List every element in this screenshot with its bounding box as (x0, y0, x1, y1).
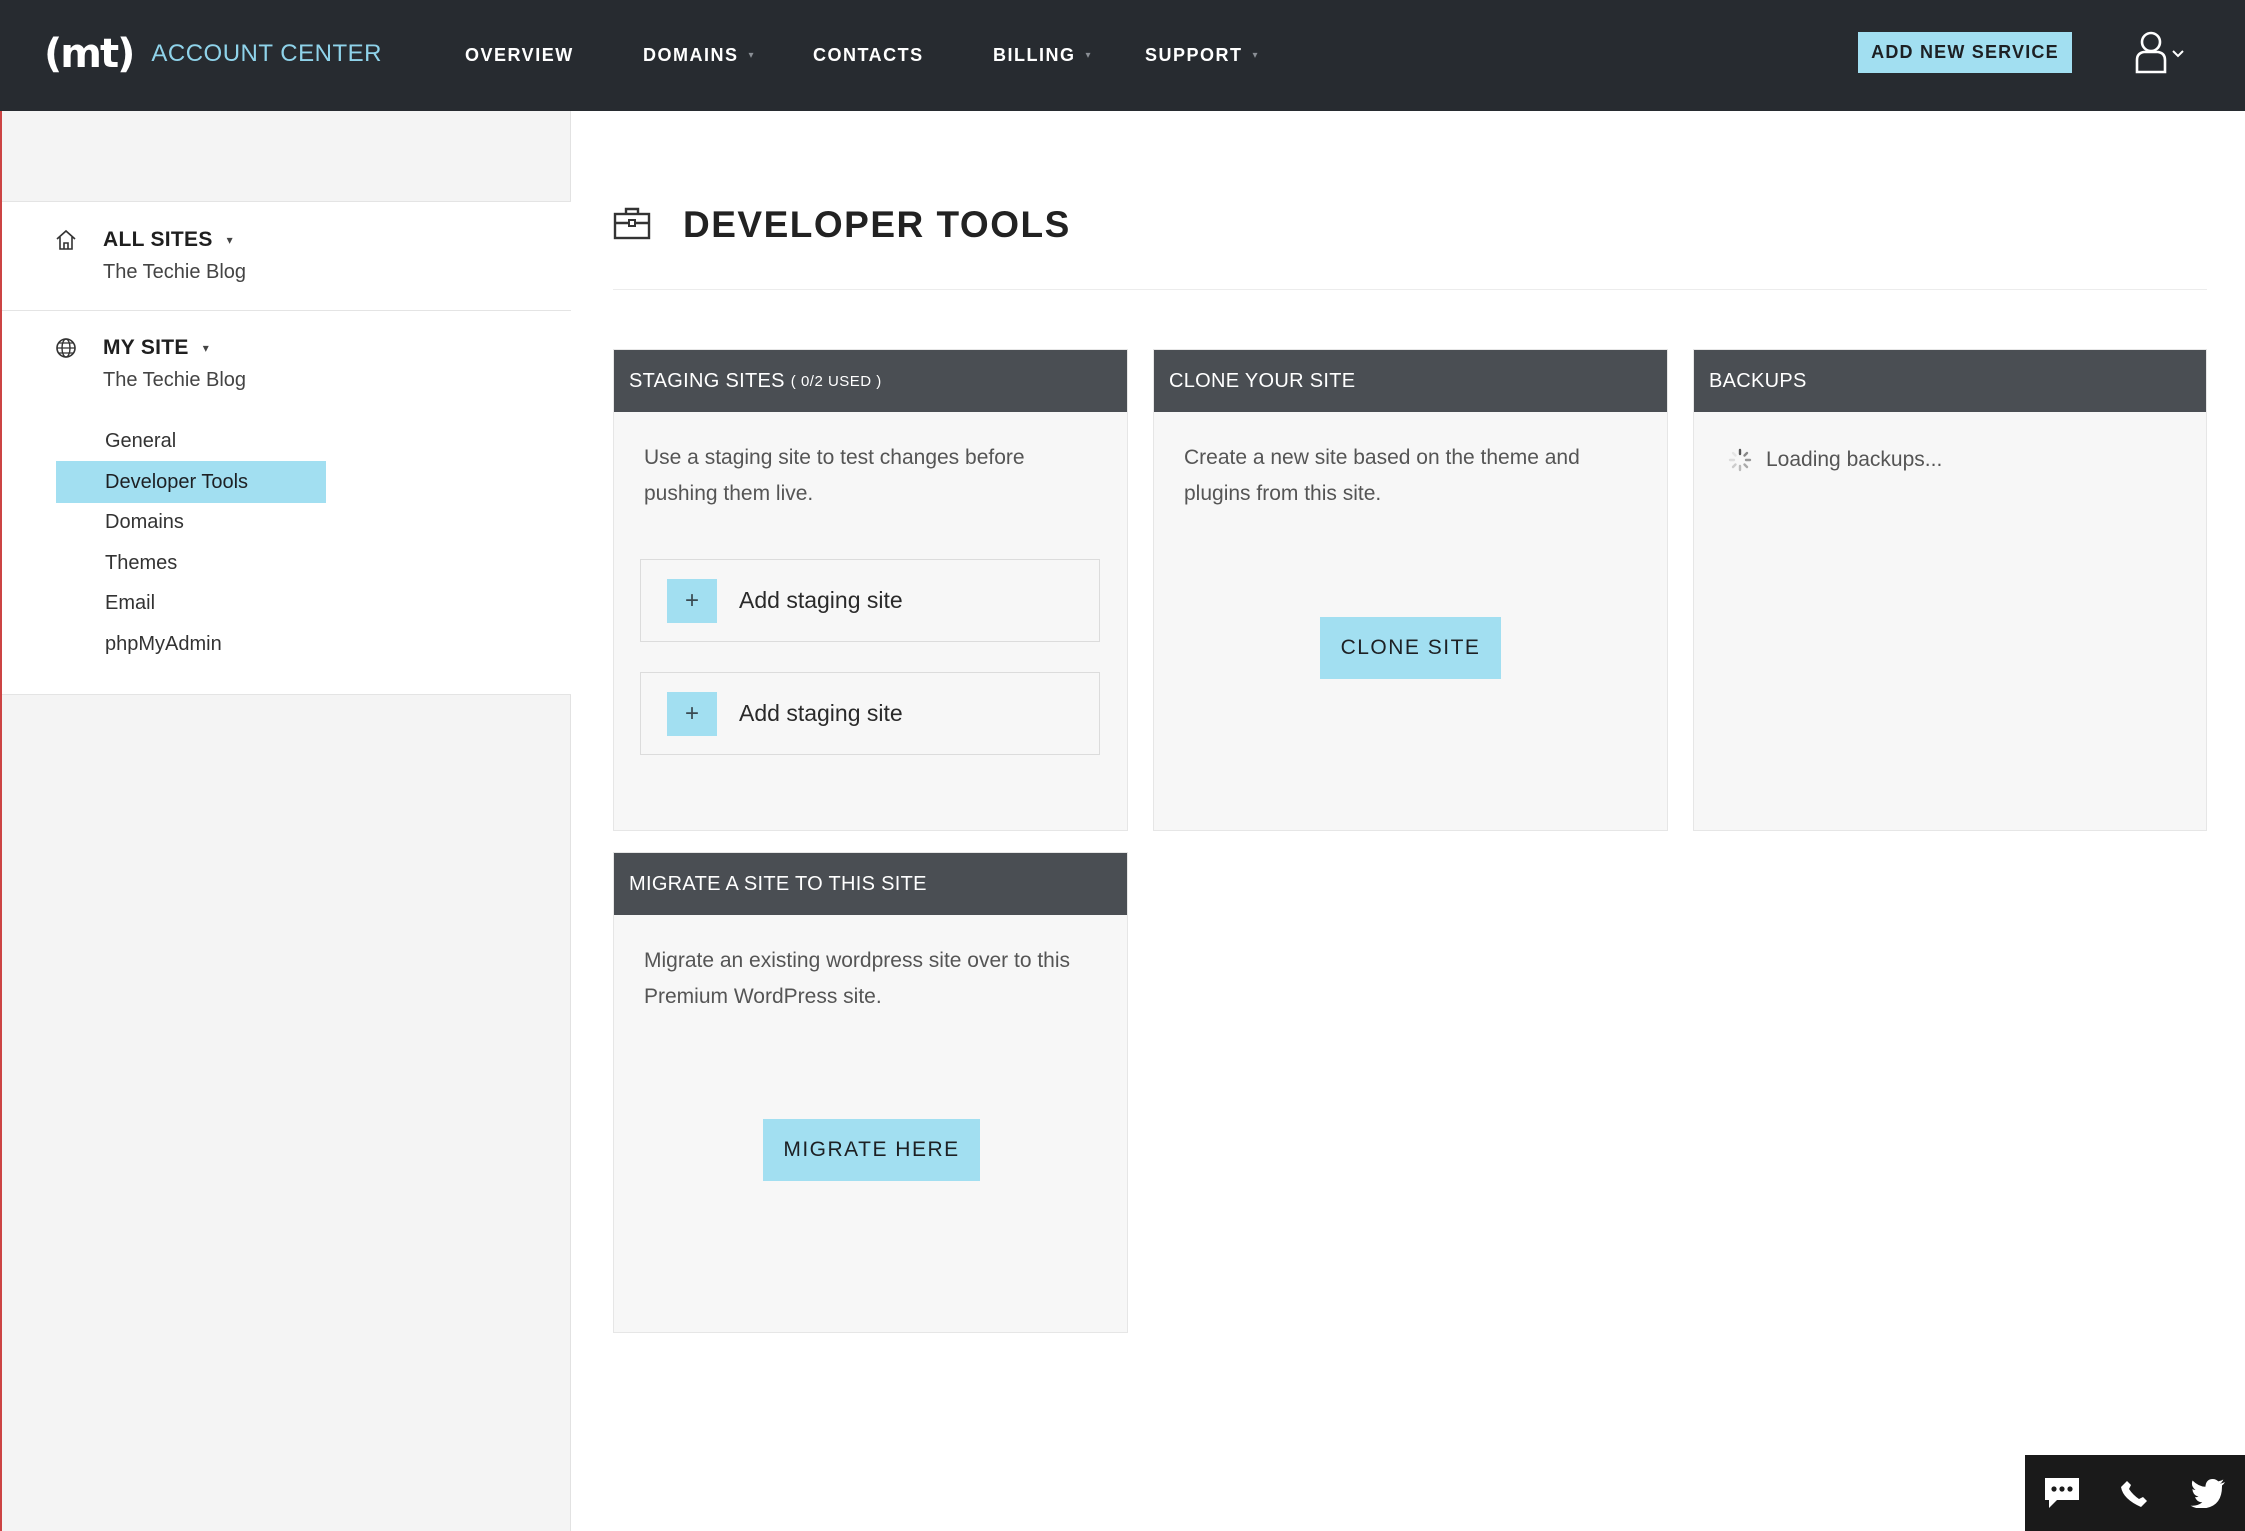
brand-logo[interactable]: (mt) ACCOUNT CENTER (44, 28, 382, 80)
add-staging-site-label: Add staging site (739, 587, 903, 613)
contact-bar (2025, 1455, 2245, 1531)
sidebar: ALL SITES ▾ The Techie Blog MY SITE ▾ Th… (0, 111, 571, 1531)
all-sites-block: ALL SITES ▾ The Techie Blog (2, 202, 571, 310)
sidebar-item-developer-tools[interactable]: Developer Tools (56, 461, 326, 503)
my-site-dropdown[interactable]: MY SITE ▾ (103, 336, 209, 360)
card-title: BACKUPS (1709, 369, 1807, 392)
briefcase-icon (613, 206, 651, 245)
sidebar-item-label: General (105, 429, 177, 452)
staging-sites-card: STAGING SITES ( 0/2 USED ) Use a staging… (613, 349, 1128, 831)
phone-icon[interactable] (2115, 1473, 2155, 1513)
header-divider (613, 289, 2207, 290)
add-staging-site-button[interactable]: + Add staging site (640, 559, 1100, 642)
chevron-down-icon: ▾ (1085, 49, 1093, 61)
card-header: STAGING SITES ( 0/2 USED ) (614, 350, 1127, 412)
clone-site-button[interactable]: CLONE SITE (1320, 617, 1501, 679)
card-title: CLONE YOUR SITE (1169, 369, 1356, 392)
page-title: DEVELOPER TOOLS (683, 204, 1071, 245)
my-site-title: MY SITE (103, 336, 189, 359)
sidebar-item-email[interactable]: Email (56, 582, 326, 624)
add-new-service-button[interactable]: ADD NEW SERVICE (1858, 32, 2072, 73)
chevron-down-icon (2172, 45, 2184, 63)
card-title: MIGRATE A SITE TO THIS SITE (629, 872, 927, 895)
chevron-down-icon: ▾ (226, 233, 233, 247)
backups-card: BACKUPS Loading backups... (1693, 349, 2207, 831)
nav-domains-label: DOMAINS (643, 44, 739, 65)
card-description: Migrate an existing wordpress site over … (644, 949, 1071, 1008)
logo-mark: (mt) (44, 31, 135, 77)
my-site-block: MY SITE ▾ The Techie Blog (2, 311, 571, 431)
sidebar-item-general[interactable]: General (56, 420, 326, 462)
chevron-down-icon: ▾ (748, 49, 756, 61)
spinner-icon (1728, 448, 1752, 472)
chevron-down-icon: ▾ (202, 341, 210, 355)
loading-backups-text: Loading backups... (1766, 448, 1943, 471)
nav-support-label: SUPPORT (1145, 44, 1243, 65)
card-header: BACKUPS (1694, 350, 2206, 412)
twitter-icon[interactable] (2188, 1473, 2228, 1513)
sidebar-panel: ALL SITES ▾ The Techie Blog MY SITE ▾ Th… (2, 201, 571, 695)
sidebar-item-label: phpMyAdmin (105, 632, 222, 655)
card-description: Use a staging site to test changes befor… (644, 446, 1025, 505)
backups-loading: Loading backups... (1728, 448, 1942, 472)
globe-icon (54, 336, 78, 360)
account-center-label: ACCOUNT CENTER (151, 40, 382, 67)
migrate-site-card: MIGRATE A SITE TO THIS SITE Migrate an e… (613, 852, 1128, 1333)
nav-overview-label: OVERVIEW (465, 44, 574, 65)
page-header: DEVELOPER TOOLS (613, 204, 1071, 246)
sidebar-item-label: Domains (105, 510, 184, 533)
nav-support[interactable]: SUPPORT ▾ (1145, 40, 1259, 70)
card-description: Create a new site based on the theme and… (1184, 446, 1580, 505)
chat-icon[interactable] (2042, 1473, 2082, 1513)
card-header: MIGRATE A SITE TO THIS SITE (614, 853, 1127, 915)
staging-usage: ( 0/2 USED ) (790, 372, 882, 390)
migrate-here-button[interactable]: MIGRATE HERE (763, 1119, 980, 1181)
sidebar-item-label: Themes (105, 551, 178, 574)
card-title: STAGING SITES (629, 369, 785, 392)
nav-contacts-label: CONTACTS (813, 44, 924, 65)
add-staging-site-label: Add staging site (739, 700, 903, 726)
sidebar-item-label: Email (105, 591, 156, 614)
user-icon (2134, 30, 2168, 79)
plus-icon: + (667, 578, 717, 623)
all-sites-title: ALL SITES (103, 228, 213, 251)
all-sites-dropdown[interactable]: ALL SITES ▾ (103, 228, 233, 252)
clone-site-card: CLONE YOUR SITE Create a new site based … (1153, 349, 1668, 831)
my-site-subtitle: The Techie Blog (103, 369, 247, 391)
account-menu[interactable] (2134, 30, 2190, 78)
nav-contacts[interactable]: CONTACTS (813, 40, 924, 70)
home-icon (54, 228, 78, 252)
plus-icon: + (667, 691, 717, 736)
nav-billing-label: BILLING (993, 44, 1076, 65)
top-navigation-bar: (mt) ACCOUNT CENTER OVERVIEW DOMAINS ▾ C… (0, 0, 2245, 111)
nav-overview[interactable]: OVERVIEW (465, 40, 574, 70)
nav-billing[interactable]: BILLING ▾ (993, 40, 1092, 70)
sidebar-item-domains[interactable]: Domains (56, 501, 326, 543)
card-header: CLONE YOUR SITE (1154, 350, 1667, 412)
sidebar-item-themes[interactable]: Themes (56, 542, 326, 584)
chevron-down-icon: ▾ (1252, 49, 1260, 61)
sidebar-item-phpmyadmin[interactable]: phpMyAdmin (56, 623, 326, 665)
all-sites-subtitle: The Techie Blog (103, 261, 247, 283)
nav-domains[interactable]: DOMAINS ▾ (643, 40, 755, 70)
add-staging-site-button[interactable]: + Add staging site (640, 672, 1100, 755)
sidebar-item-label: Developer Tools (105, 470, 249, 493)
